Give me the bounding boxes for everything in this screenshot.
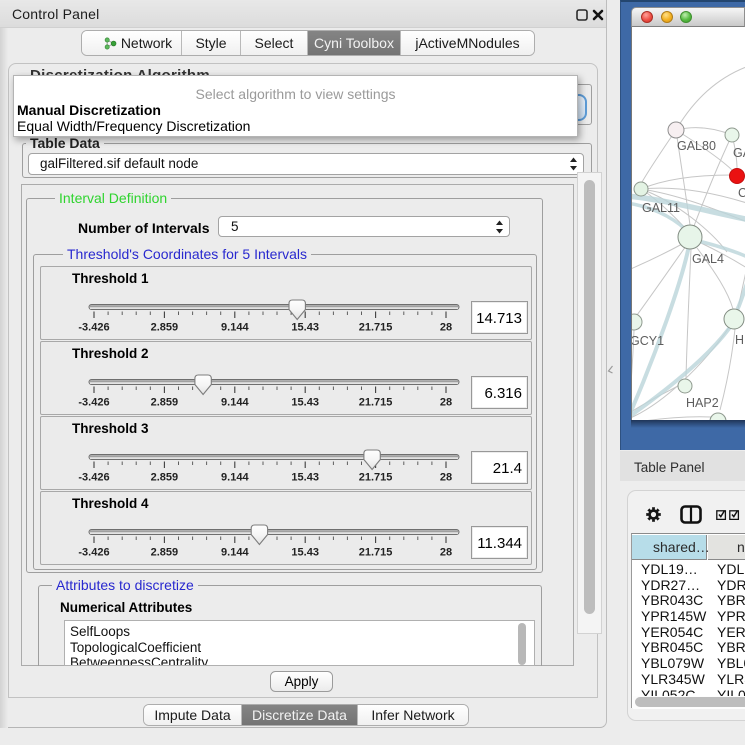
svg-text:-3.426: -3.426 bbox=[78, 547, 109, 559]
svg-text:GA: GA bbox=[733, 146, 745, 160]
svg-text:9.144: 9.144 bbox=[221, 547, 249, 559]
svg-text:21.715: 21.715 bbox=[359, 547, 393, 559]
svg-text:CR: CR bbox=[738, 186, 745, 200]
svg-text:2.859: 2.859 bbox=[151, 397, 179, 409]
svg-text:21.715: 21.715 bbox=[359, 472, 393, 484]
svg-text:21.715: 21.715 bbox=[359, 397, 393, 409]
svg-text:-3.426: -3.426 bbox=[78, 397, 109, 409]
svg-text:GAL4: GAL4 bbox=[692, 252, 724, 266]
svg-text:15.43: 15.43 bbox=[291, 322, 319, 334]
svg-text:21.715: 21.715 bbox=[359, 322, 393, 334]
svg-text:HI: HI bbox=[735, 333, 745, 347]
svg-text:15.43: 15.43 bbox=[291, 472, 319, 484]
svg-text:9.144: 9.144 bbox=[221, 397, 249, 409]
svg-text:HAP2: HAP2 bbox=[686, 396, 719, 410]
svg-text:GAL11: GAL11 bbox=[642, 201, 680, 215]
svg-text:2.859: 2.859 bbox=[151, 472, 179, 484]
svg-text:2.859: 2.859 bbox=[151, 547, 179, 559]
svg-text:2.859: 2.859 bbox=[151, 322, 179, 334]
svg-text:15.43: 15.43 bbox=[291, 397, 319, 409]
svg-text:28: 28 bbox=[440, 472, 452, 484]
svg-text:28: 28 bbox=[440, 547, 452, 559]
svg-text:-3.426: -3.426 bbox=[78, 322, 109, 334]
svg-text:28: 28 bbox=[440, 397, 452, 409]
svg-text:GCY1: GCY1 bbox=[632, 334, 664, 348]
svg-text:28: 28 bbox=[440, 322, 452, 334]
svg-text:9.144: 9.144 bbox=[221, 472, 249, 484]
svg-text:GAL80: GAL80 bbox=[677, 139, 716, 153]
svg-text:9.144: 9.144 bbox=[221, 322, 249, 334]
svg-text:15.43: 15.43 bbox=[291, 547, 319, 559]
svg-text:-3.426: -3.426 bbox=[78, 472, 109, 484]
